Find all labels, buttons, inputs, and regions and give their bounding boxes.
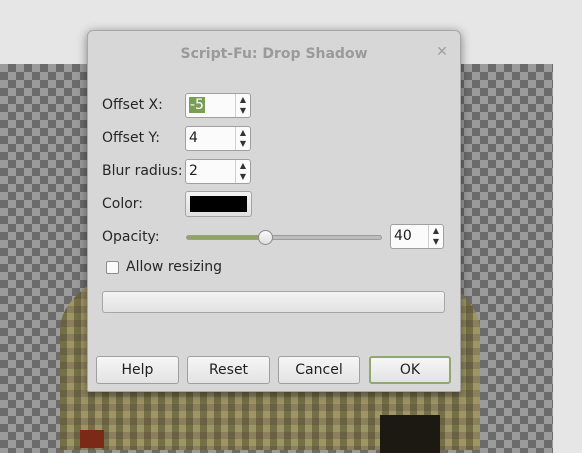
opacity-slider-handle[interactable] (258, 230, 273, 245)
opacity-slider-fill (187, 236, 265, 239)
blur-radius-value[interactable]: 2 (189, 163, 198, 179)
color-picker-button[interactable] (185, 191, 252, 217)
blur-radius-spinbox[interactable]: 2 ▲ ▼ (185, 159, 251, 184)
offset-y-spinbox[interactable]: 4 ▲ ▼ (185, 126, 251, 151)
blur-radius-arrows: ▲ ▼ (235, 160, 250, 183)
decrement-down-icon[interactable]: ▼ (236, 105, 250, 116)
dialog-titlebar[interactable]: Script-Fu: Drop Shadow ✕ (88, 31, 460, 75)
close-icon[interactable]: ✕ (434, 44, 450, 60)
reset-button[interactable]: Reset (187, 356, 270, 384)
opacity-spinbox[interactable]: 40 ▲ ▼ (390, 224, 444, 249)
opacity-arrows: ▲ ▼ (428, 225, 443, 248)
drop-shadow-dialog: Script-Fu: Drop Shadow ✕ Offset X: -5 ▲ … (87, 30, 461, 392)
allow-resizing-label[interactable]: Allow resizing (126, 259, 222, 275)
decrement-down-icon[interactable]: ▼ (429, 236, 443, 247)
increment-up-icon[interactable]: ▲ (236, 94, 250, 105)
opacity-slider[interactable] (186, 230, 382, 245)
offset-y-value[interactable]: 4 (189, 130, 198, 146)
increment-up-icon[interactable]: ▲ (429, 225, 443, 236)
offset-y-label: Offset Y: (102, 130, 160, 146)
dialog-title: Script-Fu: Drop Shadow (180, 46, 368, 62)
progress-bar (102, 291, 445, 313)
color-label: Color: (102, 196, 144, 212)
increment-up-icon[interactable]: ▲ (236, 127, 250, 138)
decrement-down-icon[interactable]: ▼ (236, 138, 250, 149)
offset-y-arrows: ▲ ▼ (235, 127, 250, 150)
opacity-label: Opacity: (102, 229, 160, 245)
cancel-button[interactable]: Cancel (278, 356, 360, 384)
offset-x-arrows: ▲ ▼ (235, 94, 250, 117)
image-content-red-area (80, 430, 104, 448)
allow-resizing-checkbox[interactable] (106, 261, 119, 274)
color-swatch (190, 196, 247, 212)
ok-button[interactable]: OK (369, 356, 451, 384)
decrement-down-icon[interactable]: ▼ (236, 171, 250, 182)
offset-x-spinbox[interactable]: -5 ▲ ▼ (185, 93, 251, 118)
offset-x-value[interactable]: -5 (189, 97, 205, 113)
blur-radius-label: Blur radius: (102, 163, 183, 179)
increment-up-icon[interactable]: ▲ (236, 160, 250, 171)
image-content-dark-area (380, 415, 440, 453)
help-button[interactable]: Help (96, 356, 179, 384)
opacity-value[interactable]: 40 (394, 228, 412, 244)
offset-x-label: Offset X: (102, 97, 163, 113)
